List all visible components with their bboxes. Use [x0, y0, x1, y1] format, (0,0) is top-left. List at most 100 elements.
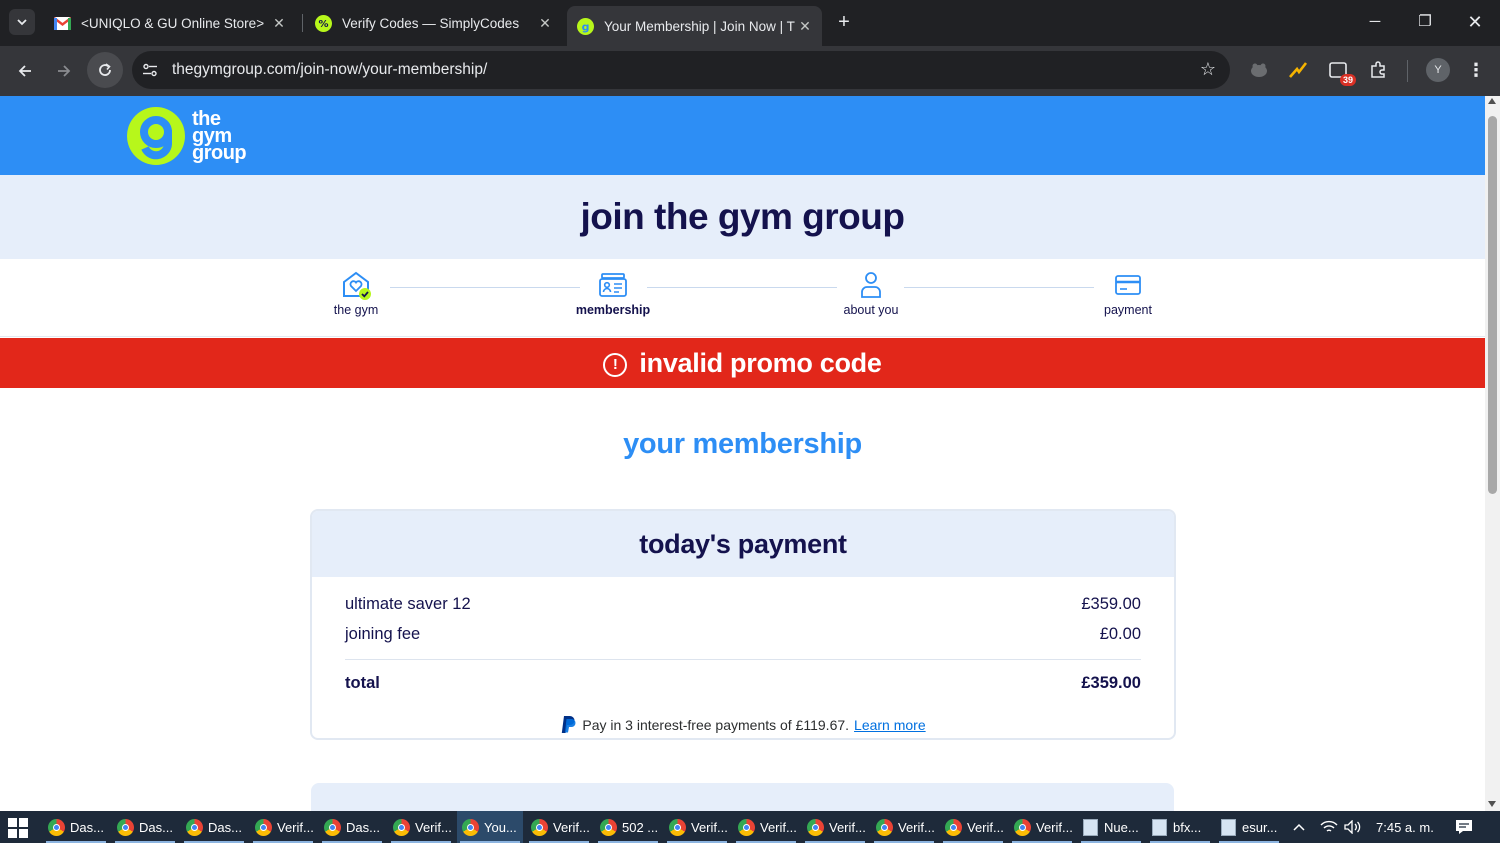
clock[interactable]: 7:45 a. m. [1376, 811, 1434, 843]
browser-tab-strip: <UNIQLO & GU Online Store> ✕ % Verify Co… [0, 0, 1500, 46]
taskbar-item[interactable]: Das... [181, 811, 247, 843]
paypal-logo-icon [562, 716, 576, 733]
chrome-icon [1014, 818, 1031, 836]
taskbar-item[interactable]: Verif... [250, 811, 316, 843]
tab-uniqlo[interactable]: <UNIQLO & GU Online Store> ✕ [44, 8, 296, 38]
step-the-gym[interactable]: the gym [296, 269, 416, 317]
address-url[interactable]: thegymgroup.com/join-now/your-membership… [172, 61, 487, 79]
taskbar-item[interactable]: Verif... [1009, 811, 1075, 843]
taskbar-item-label: Verif... [898, 819, 935, 835]
extension-puzzle-gray-icon[interactable] [1247, 58, 1271, 82]
taskbar-item[interactable]: Verif... [871, 811, 937, 843]
line-item-label: joining fee [345, 625, 421, 643]
notifications-icon[interactable] [1455, 811, 1473, 843]
scroll-down-arrow-icon[interactable] [1488, 801, 1496, 807]
extensions-puzzle-icon[interactable] [1366, 58, 1390, 82]
forward-button[interactable] [49, 56, 79, 86]
taskbar-item-label: Verif... [691, 819, 728, 835]
taskbar-item[interactable]: bfx... [1147, 811, 1213, 843]
tab-title: Your Membership | Join Now | T [604, 18, 795, 34]
line-item-amount: £0.00 [1099, 625, 1141, 643]
taskbar-item-label: bfx... [1173, 819, 1202, 835]
close-icon[interactable]: ✕ [536, 15, 554, 32]
site-header: the gym group [0, 96, 1485, 175]
svg-text:%: % [318, 19, 328, 30]
chrome-icon [48, 818, 65, 836]
line-item-amount: £359.00 [1081, 595, 1141, 613]
taskbar-item[interactable]: Verif... [388, 811, 454, 843]
step-label: the gym [333, 303, 379, 317]
scroll-thumb[interactable] [1488, 116, 1497, 494]
gym-group-logo-mark [127, 107, 185, 165]
close-icon[interactable]: ✕ [796, 18, 814, 35]
step-membership[interactable]: membership [553, 269, 673, 317]
extension-badge: 39 [1339, 74, 1356, 86]
taskbar-item-label: Verif... [277, 819, 314, 835]
taskbar-item[interactable]: 502 ... [595, 811, 661, 843]
site-settings-icon[interactable] [142, 63, 164, 77]
windows-start-icon[interactable] [8, 818, 28, 838]
gymgroup-icon: g [577, 17, 594, 35]
taskbar-item[interactable]: Nue... [1078, 811, 1144, 843]
extension-lightning-icon[interactable] [1286, 58, 1310, 82]
back-button[interactable] [10, 56, 40, 86]
svg-text:g: g [582, 20, 590, 33]
profile-avatar[interactable]: Y [1426, 58, 1450, 82]
taskbar-item-label: 502 ... [622, 819, 659, 835]
taskbar-item[interactable]: Verif... [526, 811, 592, 843]
gym-group-logo[interactable]: the gym group [126, 106, 247, 166]
chrome-icon [186, 818, 203, 836]
step-about-you[interactable]: about you [811, 269, 931, 317]
browser-menu-icon[interactable]: ⋮ [1466, 58, 1486, 82]
step-label: membership [575, 303, 651, 317]
card-body: ultimate saver 12 £359.00 joining fee £0… [312, 595, 1174, 734]
close-window-button[interactable]: ✕ [1450, 0, 1500, 44]
logo-word: group [192, 141, 247, 164]
taskbar-item[interactable]: Das... [43, 811, 109, 843]
address-bar[interactable]: thegymgroup.com/join-now/your-membership… [132, 51, 1230, 89]
restore-button[interactable]: ❐ [1400, 0, 1450, 44]
page-scrollbar[interactable] [1485, 96, 1500, 811]
line-item: ultimate saver 12 £359.00 [345, 595, 1141, 614]
extension-tabs-counter-icon[interactable]: 39 [1326, 58, 1356, 86]
taskbar-item[interactable]: Verif... [664, 811, 730, 843]
taskbar-item[interactable]: esur... [1216, 811, 1282, 843]
reload-button[interactable] [87, 52, 123, 88]
step-connector [647, 287, 837, 288]
taskbar-item[interactable]: Das... [319, 811, 385, 843]
progress-stepper: the gym membership about you payment [0, 259, 1485, 337]
taskbar-item[interactable]: Verif... [733, 811, 799, 843]
divider [345, 659, 1141, 660]
scroll-up-arrow-icon[interactable] [1488, 98, 1496, 104]
arrow-left-icon [18, 65, 31, 77]
paypal-pay-in-3-message: Pay in 3 interest-free payments of £119.… [345, 715, 1141, 734]
minimize-button[interactable]: ─ [1350, 0, 1400, 44]
taskbar-item[interactable]: Verif... [802, 811, 868, 843]
taskbar-item-label: Verif... [553, 819, 590, 835]
taskbar-item[interactable]: Verif... [940, 811, 1006, 843]
error-alert-banner: ! invalid promo code [0, 338, 1485, 388]
reload-icon [99, 63, 111, 76]
next-card-header [311, 783, 1174, 811]
notepad-icon [1152, 818, 1167, 836]
taskbar-item-label: Verif... [829, 819, 866, 835]
tab-your-membership[interactable]: g Your Membership | Join Now | T ✕ [567, 6, 822, 46]
tab-search-button[interactable] [9, 9, 35, 35]
chrome-icon [324, 818, 341, 836]
close-icon[interactable]: ✕ [270, 15, 288, 32]
taskbar-item-label: Das... [70, 819, 104, 835]
step-label: about you [843, 303, 899, 317]
learn-more-link[interactable]: Learn more [854, 717, 926, 733]
tab-simplycodes[interactable]: % Verify Codes — SimplyCodes ✕ [305, 8, 562, 38]
taskbar-item[interactable]: Das... [112, 811, 178, 843]
wifi-icon[interactable] [1320, 811, 1338, 843]
taskbar-item-label: Verif... [967, 819, 1004, 835]
taskbar-item-label: Das... [139, 819, 173, 835]
new-tab-button[interactable]: + [833, 10, 855, 34]
tab-title: <UNIQLO & GU Online Store> [81, 15, 265, 31]
step-payment[interactable]: payment [1068, 269, 1188, 317]
volume-icon[interactable] [1344, 811, 1362, 843]
tray-overflow-icon[interactable] [1292, 811, 1306, 843]
bookmark-star-icon[interactable]: ☆ [1200, 59, 1216, 80]
taskbar-item[interactable]: You... [457, 811, 523, 843]
